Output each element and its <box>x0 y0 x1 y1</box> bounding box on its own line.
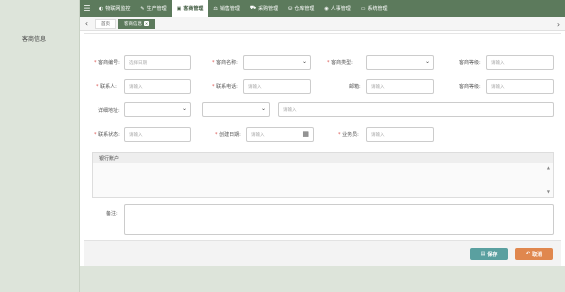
top-nav: ☰ ◐ 物联网监控 ✎ 生产管理 ▣ 客商管理 ⚖ 销售管理 ⛟ 采购管理 ⛁ 仓库管理 ◉… <box>80 0 565 17</box>
sidebar: 客商信息 <box>0 0 80 292</box>
save-button[interactable]: ▤ 保存 <box>470 248 508 260</box>
status-label: * 联系状态: <box>94 132 120 138</box>
province-select[interactable] <box>124 102 191 117</box>
warehouse-icon: ⛁ <box>288 5 293 12</box>
tab-scroll-right-icon[interactable]: › <box>552 17 565 31</box>
nav-item-purchase[interactable]: ⛟ 采购管理 <box>245 0 283 17</box>
code-input[interactable]: 选择日期 <box>124 55 191 70</box>
nav-item-customer[interactable]: ▣ 客商管理 <box>171 0 209 17</box>
tab-bar: ‹ 首页 客商信息 ✕ › <box>80 17 565 31</box>
nav-item-production[interactable]: ✎ 生产管理 <box>135 0 171 17</box>
cancel-button[interactable]: ↶ 取消 <box>515 248 553 260</box>
salesman-label: * 业务员: <box>338 132 359 138</box>
undo-icon: ↶ <box>525 251 531 257</box>
nav-item-iot[interactable]: ◐ 物联网监控 <box>94 0 135 17</box>
scroll-down-icon[interactable]: ▼ <box>547 189 550 194</box>
name-label: * 客商名称: <box>212 60 238 66</box>
bank-account-panel: 银行账户 ▲ ▼ <box>92 152 554 198</box>
customer-form: * 客商编号: 选择日期 * 客商名称: * 客商类型: 客商等级: 请输入 *… <box>84 33 561 265</box>
level-label: 客商等级: <box>459 60 481 66</box>
city-select[interactable] <box>202 102 270 117</box>
status-input[interactable]: 请输入 <box>124 127 191 142</box>
footer-bar: ▤ 保存 ↶ 取消 <box>84 240 561 266</box>
address-label: 详细地址: <box>98 108 120 114</box>
truck-icon: ⛟ <box>249 5 257 11</box>
created-label: * 创建日期: <box>215 132 241 138</box>
name-select[interactable] <box>243 55 311 70</box>
nav-item-sales[interactable]: ⚖ 销售管理 <box>208 0 245 17</box>
bottom-area <box>80 266 565 292</box>
contact-label: * 联系人: <box>96 84 117 90</box>
calendar-icon[interactable]: ▦ <box>302 130 309 138</box>
contact-input[interactable]: 请输入 <box>124 79 191 94</box>
sales-icon: ⚖ <box>213 5 218 12</box>
address-input[interactable]: 请输入 <box>278 102 554 117</box>
tab-customer-info[interactable]: 客商信息 ✕ <box>118 18 155 29</box>
code-label: * 客商编号: <box>94 60 120 66</box>
menu-toggle-icon[interactable]: ☰ <box>80 0 94 17</box>
remark-textarea[interactable] <box>124 204 554 235</box>
tab-scroll-left-icon[interactable]: ‹ <box>80 17 93 31</box>
laptop-icon: ▭ <box>360 5 366 12</box>
tab-home[interactable]: 首页 <box>95 18 116 29</box>
sidebar-item-customer-info[interactable]: 客商信息 <box>22 34 46 43</box>
created-input[interactable]: 请输入 ▦ <box>246 127 314 142</box>
sidebar-brand <box>0 0 79 17</box>
nav-item-system[interactable]: ▭ 系统管理 <box>356 0 393 17</box>
bank-account-title: 银行账户 <box>93 153 553 163</box>
card-icon: ▣ <box>176 5 182 12</box>
save-icon: ▤ <box>480 251 486 257</box>
wrench-icon: ✎ <box>140 5 145 12</box>
monitor-icon: ◐ <box>99 5 104 12</box>
email-input[interactable]: 请输入 <box>366 79 434 94</box>
remark-label: 备注: <box>106 211 118 217</box>
phone-label: * 联系电话: <box>212 84 238 90</box>
nav-item-hr[interactable]: ◉ 人事管理 <box>319 0 355 17</box>
type-label: * 客商类型: <box>327 60 353 66</box>
close-icon[interactable]: ✕ <box>144 21 149 26</box>
phone-input[interactable]: 请输入 <box>243 79 311 94</box>
eye-icon: ◉ <box>324 5 329 12</box>
email-label: 邮箱: <box>349 84 361 90</box>
scroll-up-icon[interactable]: ▲ <box>547 165 550 170</box>
type-select[interactable] <box>366 55 434 70</box>
salesman-input[interactable]: 请输入 <box>366 127 434 142</box>
grade-input[interactable]: 请输入 <box>486 79 554 94</box>
level-input[interactable]: 请输入 <box>486 55 554 70</box>
grade-label: 客商等级: <box>459 84 481 90</box>
nav-item-warehouse[interactable]: ⛁ 仓库管理 <box>283 0 319 17</box>
